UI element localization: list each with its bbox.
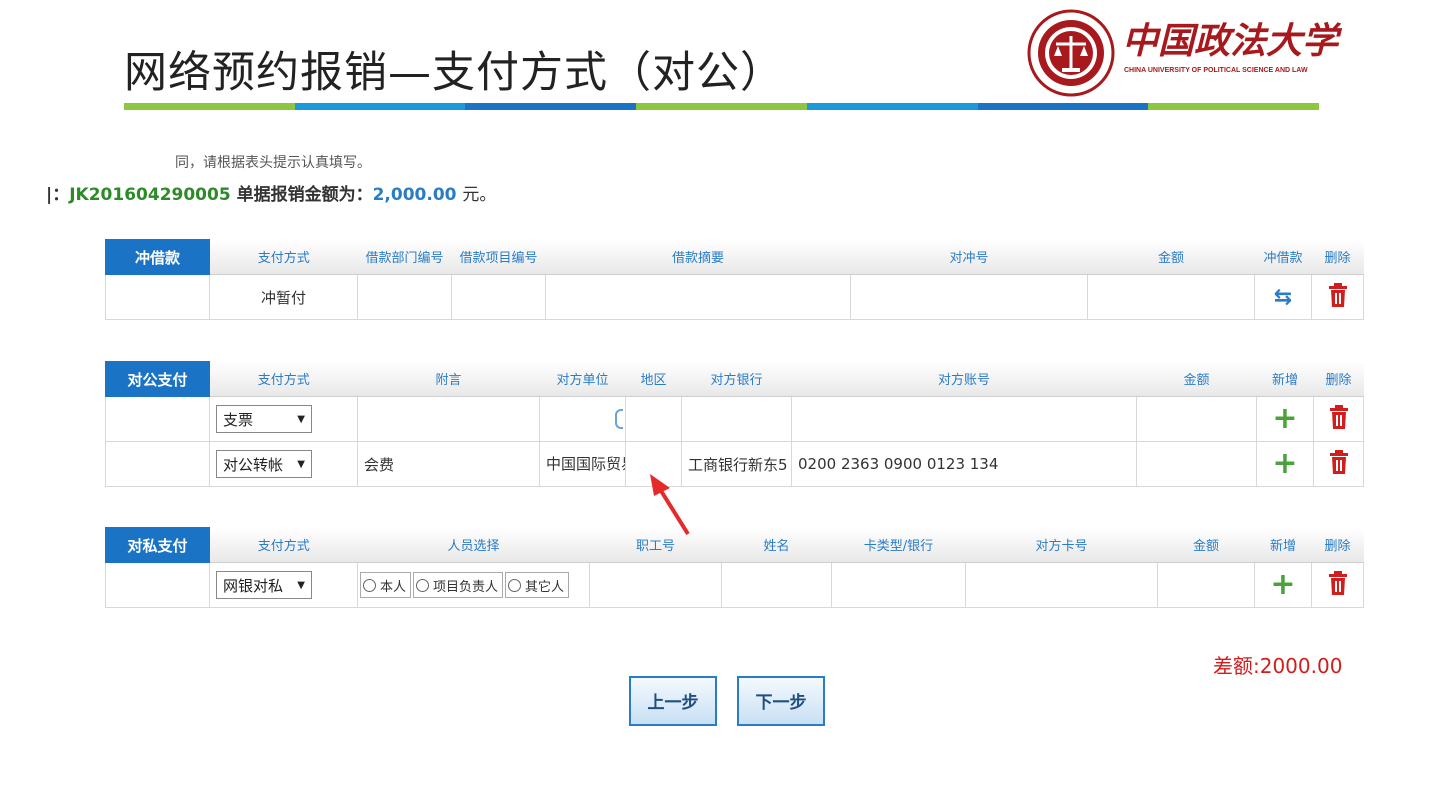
add-button[interactable]: + [1256,441,1314,487]
offset-button[interactable]: ⇆ [1254,274,1312,320]
trash-icon[interactable] [1326,282,1350,308]
plus-icon[interactable]: + [1272,401,1297,436]
region-field[interactable] [625,396,682,442]
trash-icon[interactable] [1327,449,1351,475]
difference-amount: 差额:2000.00 [1213,654,1343,678]
private-payment-table: 对私支付 支付方式 人员选择 职工号 姓名 卡类型/银行 对方卡号 金额 新增 … [105,527,1364,608]
header-cell: 支付方式 [209,239,358,275]
amount-value: 2,000.00 [372,185,457,205]
header-cell: 删除 [1311,527,1364,563]
header-cell: 删除 [1311,239,1364,275]
name-field[interactable] [721,562,832,608]
header-cell: 冲借款 [1254,239,1312,275]
red-arrow-annotation [650,474,690,536]
payment-method-select[interactable]: 网银对私 ▼ [216,571,312,599]
university-name-en: CHINA UNIVERSITY OF POLITICAL SCIENCE AN… [1124,67,1308,74]
previous-step-button[interactable]: 上一步 [629,676,717,726]
payment-method-cell: 冲暂付 [209,274,358,320]
trash-icon[interactable] [1326,570,1350,596]
header-cell: 金额 [1136,361,1257,397]
chevron-down-icon: ▼ [297,414,305,425]
header-cell: 对方银行 [681,361,792,397]
add-button[interactable]: + [1254,562,1312,608]
university-seal-icon [1027,9,1115,97]
swap-icon[interactable]: ⇆ [1274,285,1292,310]
delete-button[interactable] [1313,441,1364,487]
university-logo: 中国政法大学 CHINA UNIVERSITY OF POLITICAL SCI… [1026,8,1338,98]
amount-field[interactable] [1136,441,1257,487]
next-step-button[interactable]: 下一步 [737,676,825,726]
summary-prefix: |： [46,185,70,205]
trash-icon[interactable] [1327,404,1351,430]
header-cell: 借款摘要 [545,239,851,275]
amount-label: 单据报销金额为： [236,185,373,205]
header-cell: 对冲号 [850,239,1088,275]
amount-field[interactable] [1136,396,1257,442]
document-number: JK201604290005 [69,185,231,205]
radio-circle-icon[interactable] [416,578,430,592]
account-field[interactable]: 0200 2363 0900 0123 134 [791,441,1137,487]
amount-field[interactable] [1157,562,1255,608]
delete-button[interactable] [1313,396,1364,442]
header-cell: 地区 [625,361,682,397]
account-field[interactable] [791,396,1137,442]
table-row: 对公转帐▼ 会费 中国国际贸易: 工商银行新东5 0200 2363 0900 … [105,441,1364,487]
payment-method-select[interactable]: 支票 ▼ [216,405,312,433]
slide-title: 网络预约报销—支付方式（对公） [124,48,784,98]
header-cell: 对方账号 [791,361,1137,397]
university-name-cn: 中国政法大学 [1122,20,1339,62]
public-payment-table: 对公支付 支付方式 附言 对方单位 地区 对方银行 对方账号 金额 新增 删除 … [105,361,1364,487]
table-row: 网银对私 ▼ 本人 项目负责人 其它人 + [105,562,1364,608]
header-cell: 支付方式 [209,527,358,563]
delete-button[interactable] [1311,562,1364,608]
header-cell: 附言 [357,361,540,397]
header-cell: 金额 [1087,239,1255,275]
header-cell: 新增 [1256,361,1314,397]
header-cell: 借款部门编号 [357,239,452,275]
header-cell: 金额 [1157,527,1255,563]
loan-section-label: 冲借款 [105,239,210,275]
radio-self[interactable]: 本人 [360,572,412,598]
plus-icon[interactable]: + [1270,567,1295,602]
person-selection: 本人 项目负责人 其它人 [357,562,590,608]
company-field[interactable] [539,396,626,442]
lookup-icon[interactable] [615,409,623,429]
radio-project-leader[interactable]: 项目负责人 [413,572,504,598]
add-button[interactable]: + [1256,396,1314,442]
header-cell: 卡类型/银行 [831,527,966,563]
chevron-down-icon: ▼ [297,459,305,470]
instruction-text: 同，请根据表头提示认真填写。 [175,155,371,171]
loan-offset-table: 冲借款 支付方式 借款部门编号 借款项目编号 借款摘要 对冲号 金额 冲借款 删… [105,239,1364,320]
public-section-label: 对公支付 [105,361,210,397]
delete-button[interactable] [1311,274,1364,320]
header-cell: 对方卡号 [965,527,1158,563]
amount-unit: 元。 [462,185,497,205]
card-number-field[interactable] [965,562,1158,608]
card-type-field[interactable] [831,562,966,608]
remark-field[interactable]: 会费 [357,441,540,487]
private-section-label: 对私支付 [105,527,210,563]
radio-circle-icon[interactable] [508,578,522,592]
header-cell: 删除 [1313,361,1364,397]
document-summary: |：JK201604290005 单据报销金额为：2,000.00 元。 [46,180,496,205]
bank-field[interactable] [681,396,792,442]
header-cell: 新增 [1254,527,1312,563]
header-cell: 人员选择 [357,527,590,563]
radio-other[interactable]: 其它人 [505,572,570,598]
company-field[interactable]: 中国国际贸易: [539,441,626,487]
table-row: 支票 ▼ + [105,396,1364,442]
title-underline-bar [124,103,1320,110]
plus-icon[interactable]: + [1272,446,1297,481]
header-cell: 支付方式 [209,361,358,397]
header-cell: 姓名 [721,527,832,563]
payment-method-select[interactable]: 对公转帐 ▼ [216,450,312,478]
header-cell: 对方单位 [539,361,626,397]
header-cell: 借款项目编号 [451,239,546,275]
table-row: 冲暂付 ⇆ [105,274,1364,320]
staff-id-field[interactable] [589,562,722,608]
chevron-down-icon: ▼ [297,580,305,591]
remark-field[interactable] [357,396,540,442]
radio-circle-icon[interactable] [363,578,376,592]
